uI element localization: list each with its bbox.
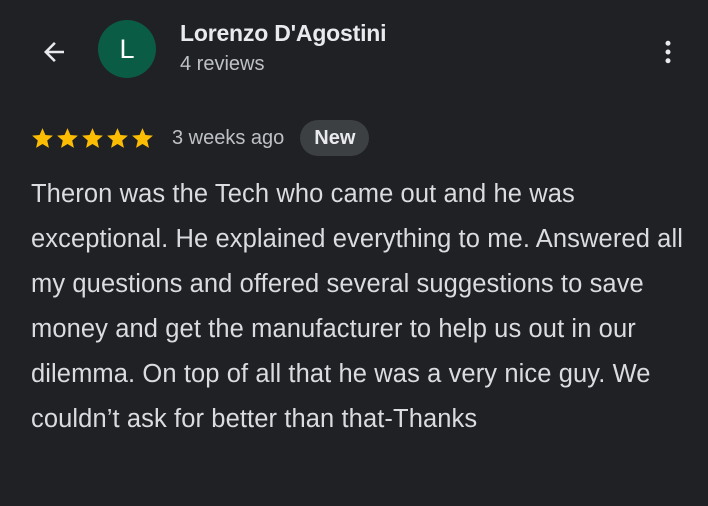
review-text: Theron was the Tech who came out and he …	[31, 180, 683, 433]
star-icon	[132, 127, 153, 148]
rating-row: 3 weeks ago New	[30, 119, 370, 157]
star-icon	[82, 127, 103, 148]
star-rating	[30, 126, 155, 151]
star-icon	[107, 127, 128, 148]
arrow-back-icon	[44, 42, 64, 62]
star-icon	[32, 127, 53, 148]
back-button[interactable]	[32, 30, 76, 74]
star-icon	[57, 127, 78, 148]
reviewer-name[interactable]: Lorenzo D'Agostini	[180, 20, 387, 47]
new-badge: New	[300, 120, 370, 156]
more-options-button[interactable]	[648, 30, 688, 74]
avatar[interactable]: L	[98, 20, 156, 78]
review-count: 4 reviews	[180, 53, 265, 75]
avatar-initial: L	[119, 33, 135, 64]
more-vert-icon	[665, 40, 671, 64]
review-time: 3 weeks ago	[172, 126, 285, 149]
